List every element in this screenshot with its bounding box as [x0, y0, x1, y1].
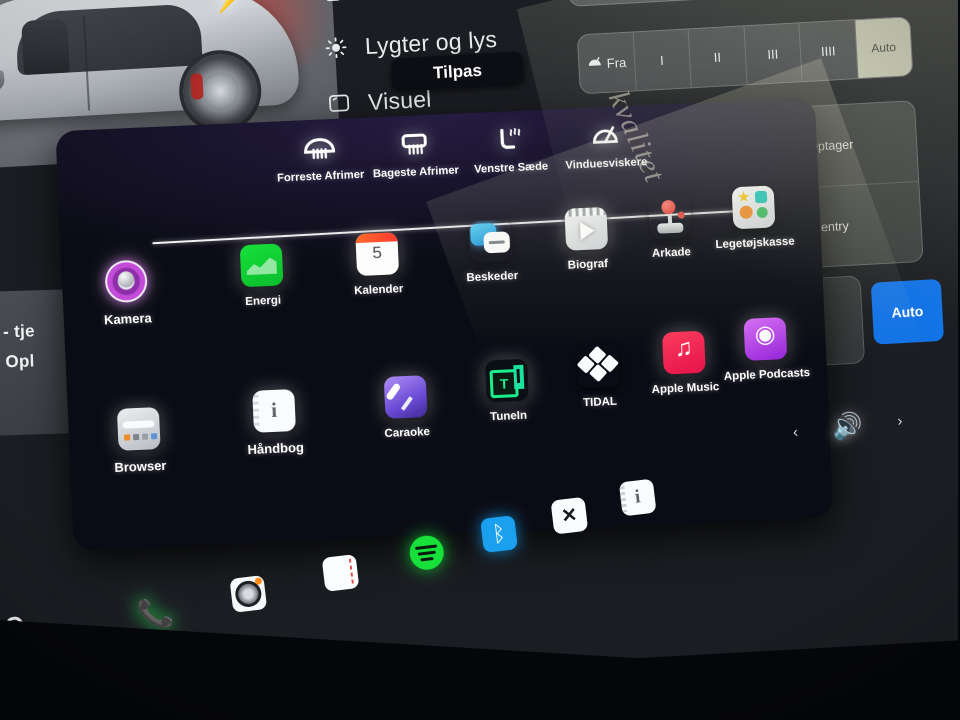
app-tidal[interactable]: TIDAL: [550, 343, 649, 410]
manual-app-icon: i: [252, 388, 296, 433]
messages-app-icon: [469, 219, 513, 263]
tile-klap-spejle-ind[interactable]: ▭ Klap spejle ind: [565, 0, 656, 6]
prev-track-button[interactable]: ‹: [792, 423, 799, 440]
app-kalender[interactable]: 5 Kalender: [328, 231, 427, 298]
bluetooth-glyph: ᛒ: [490, 520, 507, 547]
wiper-icon: [589, 118, 620, 149]
brake-caliper: [190, 73, 204, 100]
calendar-app-icon: 5: [355, 232, 400, 277]
visual-icon: [325, 90, 352, 117]
wiper-option-label: Fra: [606, 54, 627, 71]
camera-app-icon: [104, 259, 149, 304]
speaker-icon[interactable]: 🔊: [831, 410, 865, 442]
wiper-option-4[interactable]: IIII: [799, 20, 858, 82]
app-caraoke[interactable]: Caraoke: [357, 374, 456, 441]
app-apple-podcasts[interactable]: ◉ Apple Podcasts: [716, 316, 815, 383]
tidal-app-icon: [576, 345, 621, 389]
app-label: Kalender: [353, 283, 404, 298]
app-label: Browser: [114, 457, 167, 476]
apple-podcasts-app-icon: ◉: [743, 317, 788, 361]
caraoke-app-icon: [383, 375, 428, 419]
quick-label: Bageste Afrimer: [372, 164, 460, 181]
tesla-touchscreen: ⚡ gelig - tje nto > Opl Låse Lygter og l…: [0, 0, 960, 695]
dock-notes-icon[interactable]: [321, 554, 360, 592]
tile-boernelaas[interactable]: Børnelås Fra: [650, 0, 741, 2]
dock-manual-icon[interactable]: i: [618, 478, 657, 517]
app-browser[interactable]: Browser: [90, 406, 189, 476]
light-icon: [322, 34, 349, 61]
wiper-speed-selector: Fra I II III IIII Auto: [576, 16, 914, 95]
arcade-app-icon: [648, 195, 692, 239]
app-haandbog[interactable]: i Håndbog: [225, 388, 324, 458]
quick-label: Venstre Sæde: [473, 160, 549, 176]
front-defrost-icon: [302, 131, 337, 162]
app-tunein[interactable]: T TuneIn: [458, 357, 557, 424]
dock-bluetooth-icon[interactable]: ᛒ: [480, 515, 518, 553]
car-seat: [21, 18, 70, 75]
next-track-button[interactable]: ›: [896, 412, 903, 429]
dock-spotify-icon[interactable]: [407, 533, 446, 572]
app-label: Apple Podcasts: [723, 367, 811, 383]
browser-app-icon: [116, 407, 161, 451]
climate-auto-button[interactable]: Auto: [870, 278, 945, 345]
app-beskeder[interactable]: Beskeder: [442, 218, 541, 285]
rear-defrost-icon: [399, 127, 430, 158]
dock-dashcam-icon[interactable]: [229, 575, 268, 613]
app-label: Arkade: [651, 246, 692, 260]
app-kamera[interactable]: Kamera: [77, 258, 176, 328]
quick-front-defrost[interactable]: Forreste Afrimer: [272, 130, 370, 226]
sidebar-item-label: Låse: [361, 0, 413, 4]
x-glyph: ✕: [560, 504, 579, 528]
lock-icon: [319, 0, 346, 6]
left-seat-heater-icon: [494, 122, 525, 153]
screenshot-root: ⚡ gelig - tje nto > Opl Låse Lygter og l…: [0, 0, 960, 720]
theater-app-icon: [564, 206, 609, 251]
quick-label: Vinduesviskere: [565, 156, 648, 172]
dock-x-icon[interactable]: ✕: [550, 496, 589, 535]
top-control-tiles: ▭ Klap spejle ind Børnelås Fra 🗗 Rudelås…: [564, 0, 911, 7]
wiper-option-3[interactable]: III: [743, 23, 803, 85]
tunein-app-icon: T: [485, 358, 529, 403]
app-label: Kamera: [103, 310, 152, 328]
app-label: TIDAL: [582, 395, 618, 410]
wiper-option-fra[interactable]: Fra: [577, 32, 637, 94]
quick-label: Forreste Afrimer: [276, 168, 365, 185]
app-label: TuneIn: [489, 409, 528, 424]
apple-music-app-icon: ♫: [661, 330, 706, 375]
record-indicator-dot: [254, 577, 263, 586]
app-legetoejskasse[interactable]: ★ Legetøjskasse: [705, 184, 804, 251]
music-note-glyph: ♫: [674, 334, 694, 363]
app-label: Håndbog: [247, 439, 305, 458]
wiper-icon: [586, 55, 602, 73]
podcast-glyph: ◉: [754, 320, 777, 349]
wiper-option-1[interactable]: I: [633, 29, 692, 91]
manual-glyph: i: [633, 486, 642, 508]
app-label: Legetøjskasse: [715, 235, 795, 252]
energy-app-icon: [239, 243, 284, 288]
toybox-app-icon: ★: [731, 185, 776, 230]
app-label: Biograf: [567, 257, 609, 272]
calendar-day: 5: [371, 242, 383, 263]
wiper-option-auto[interactable]: Auto: [854, 17, 913, 79]
app-label: Apple Music: [651, 381, 720, 397]
app-energi[interactable]: Energi: [213, 242, 312, 309]
wiper-option-2[interactable]: II: [688, 26, 748, 88]
app-label: Energi: [245, 294, 282, 309]
app-label: Caraoke: [384, 426, 431, 441]
quick-rear-defrost[interactable]: Bageste Afrimer: [367, 125, 465, 221]
app-label: Beskeder: [466, 269, 519, 285]
app-launcher-overlay: Forreste Afrimer Bageste Afrimer Venstre…: [55, 97, 834, 551]
quick-left-seat-heater[interactable]: Venstre Sæde: [462, 121, 560, 217]
charging-bolt-icon: ⚡: [209, 0, 248, 16]
